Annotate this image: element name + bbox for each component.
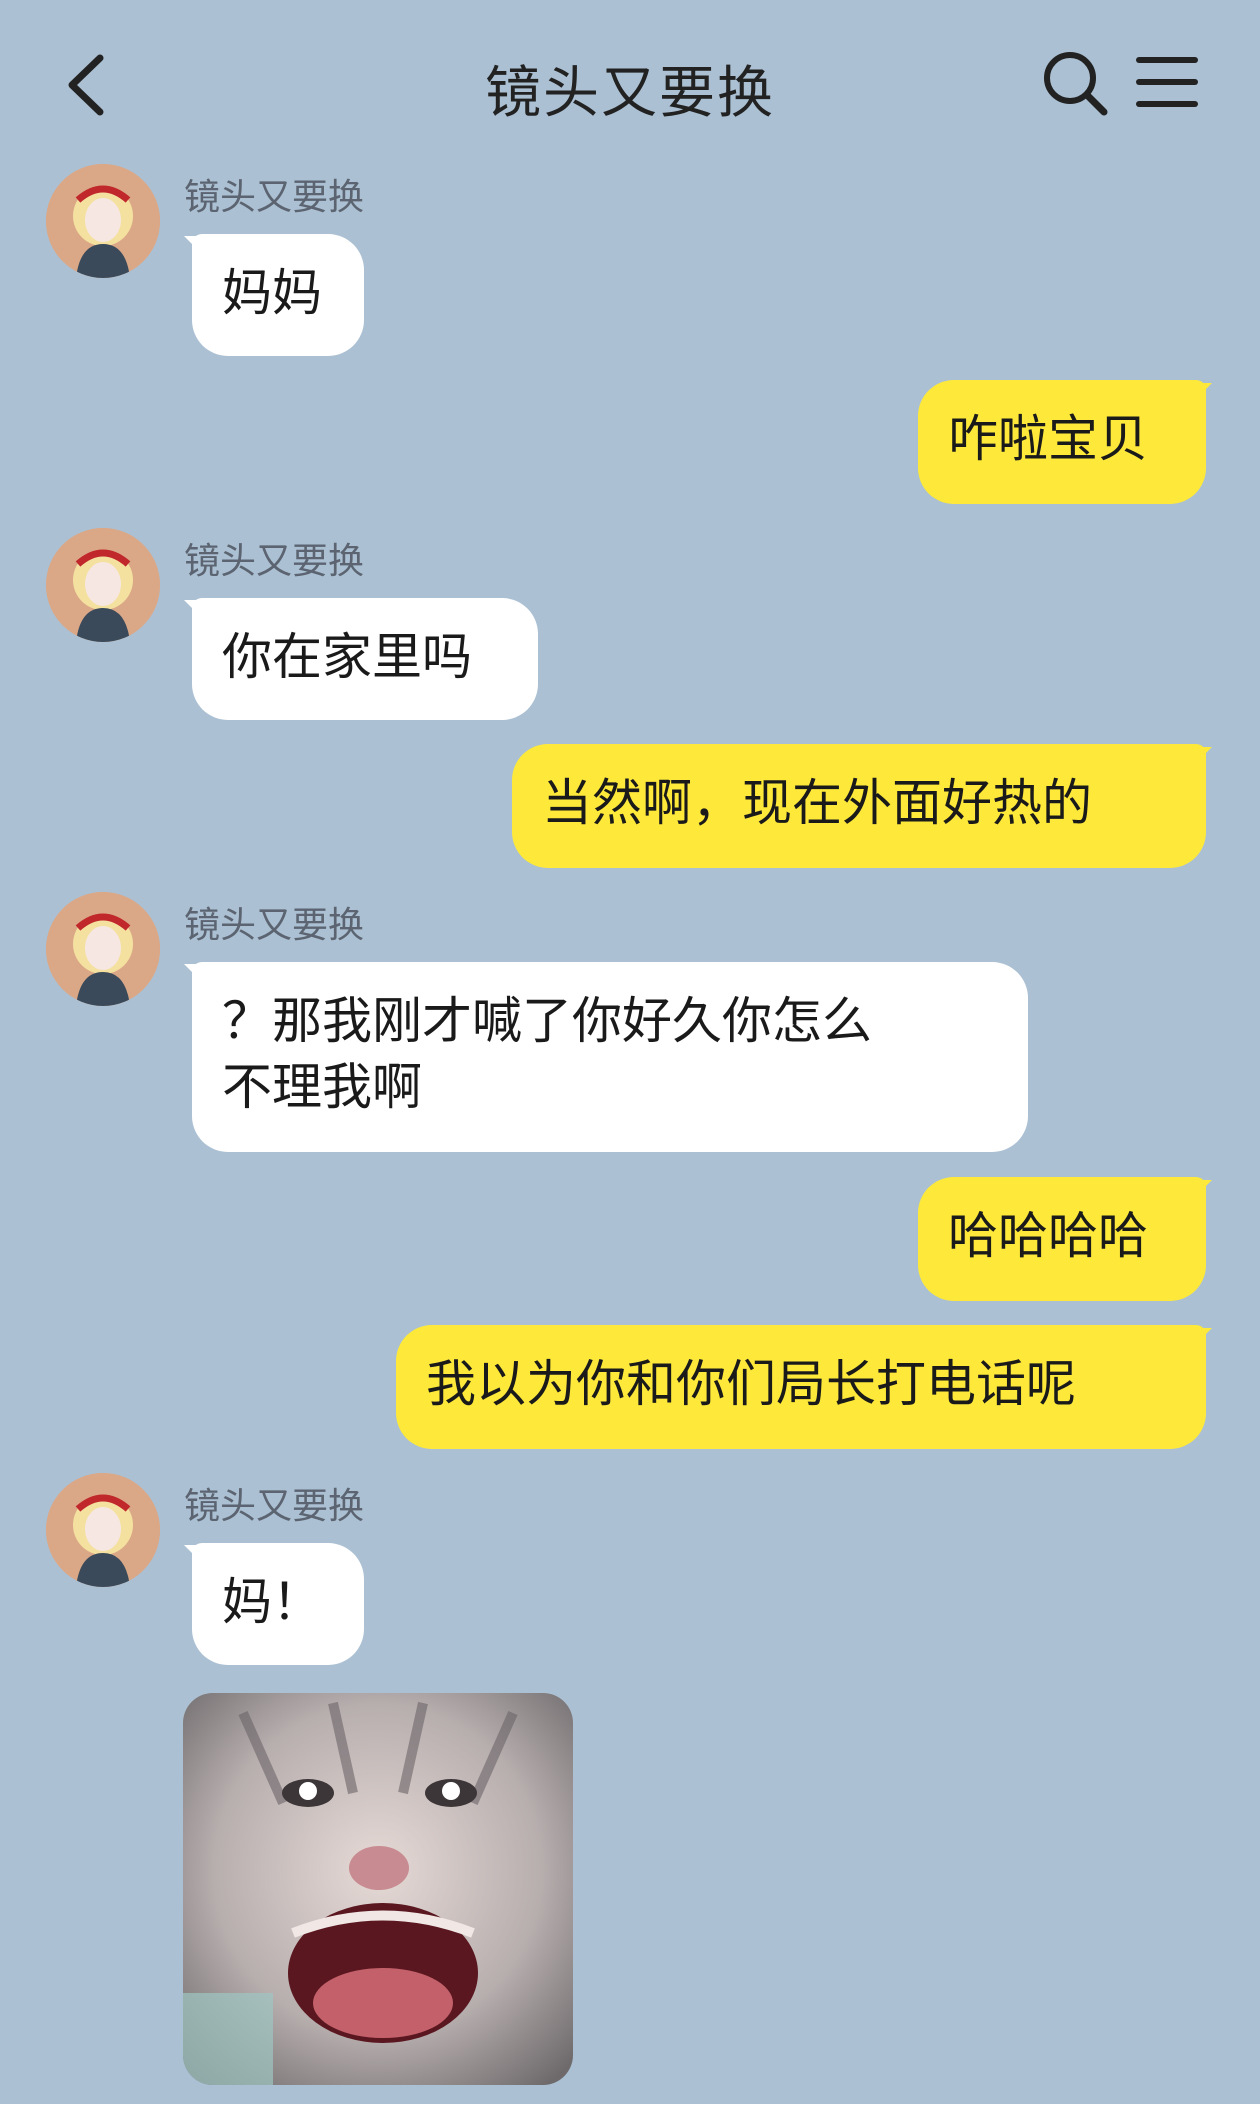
avatar-illustration-icon: [46, 528, 160, 642]
incoming-message-bubble[interactable]: 妈！: [192, 1543, 364, 1665]
incoming-message-bubble[interactable]: 妈妈: [192, 234, 364, 356]
hamburger-menu-icon: [1136, 57, 1198, 107]
avatar[interactable]: [46, 892, 160, 1006]
sender-name: 镜头又要换: [184, 1486, 365, 1527]
incoming-message-bubble[interactable]: 你在家里吗: [192, 598, 538, 720]
sender-name: 镜头又要换: [184, 541, 365, 582]
outgoing-message-bubble[interactable]: 我以为你和你们局长打电话呢: [396, 1325, 1206, 1449]
outgoing-message-bubble[interactable]: 当然啊，现在外面好热的: [512, 744, 1206, 868]
avatar-illustration-icon: [46, 1473, 160, 1587]
screaming-cat-sticker[interactable]: [183, 1693, 573, 2085]
avatar-illustration-icon: [46, 892, 160, 1006]
outgoing-message-bubble[interactable]: 哈哈哈哈: [918, 1177, 1206, 1301]
sender-name: 镜头又要换: [184, 905, 365, 946]
avatar[interactable]: [46, 164, 160, 278]
avatar[interactable]: [46, 1473, 160, 1587]
menu-button[interactable]: [1135, 52, 1199, 112]
top-bar: 镜头又要换: [0, 0, 1260, 165]
search-button[interactable]: [1040, 48, 1110, 118]
sender-name: 镜头又要换: [184, 177, 365, 218]
outgoing-message-bubble[interactable]: 咋啦宝贝: [918, 380, 1206, 504]
screaming-cat-icon: [183, 1693, 573, 2085]
incoming-message-bubble[interactable]: ？那我刚才喊了你好久你怎么 不理我啊: [192, 962, 1028, 1152]
avatar-illustration-icon: [46, 164, 160, 278]
search-icon: [1044, 52, 1108, 116]
avatar[interactable]: [46, 528, 160, 642]
